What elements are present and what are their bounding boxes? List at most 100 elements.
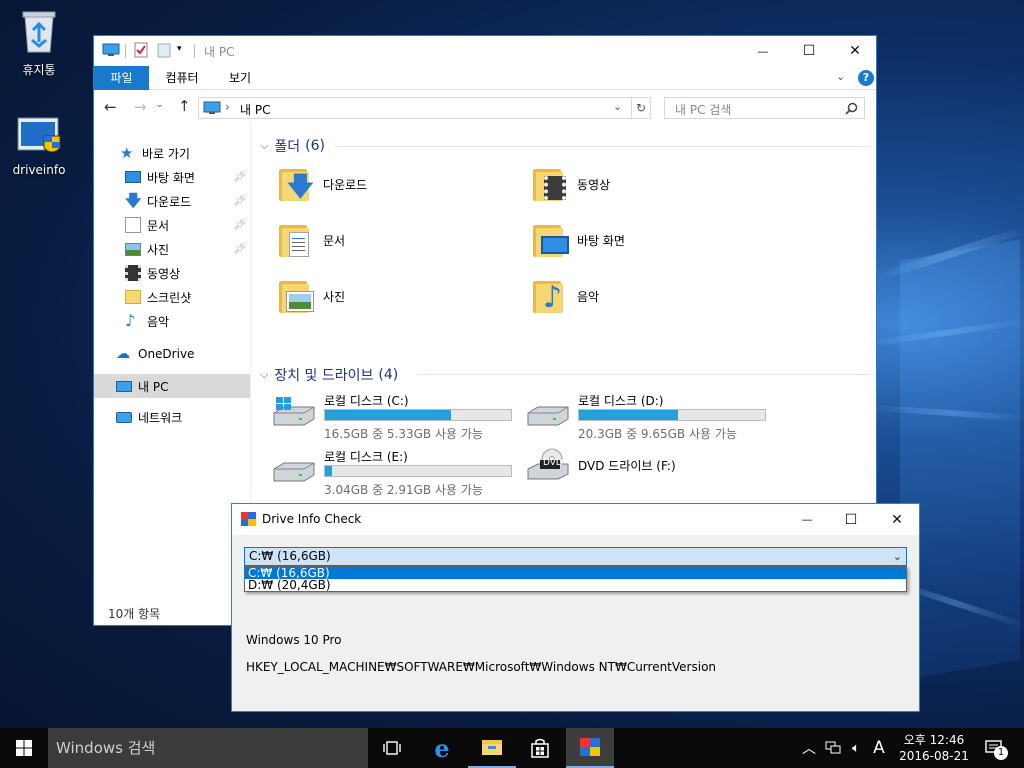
- clock-time: 오후 12:46: [903, 733, 965, 747]
- minimize-button[interactable]: —: [740, 36, 786, 66]
- folder-downloads[interactable]: 🡇 다운로드: [277, 164, 367, 204]
- tab-view[interactable]: 보기: [218, 66, 262, 90]
- close-button[interactable]: ✕: [874, 504, 920, 535]
- sidebar-item-documents[interactable]: 문서 📌︎: [94, 214, 250, 236]
- section-divider: [417, 374, 869, 375]
- quick-access-dropdown-icon[interactable]: ▾: [177, 44, 182, 54]
- action-center-button[interactable]: 1: [980, 728, 1010, 768]
- taskbar-search-box[interactable]: Windows 검색: [48, 728, 368, 768]
- sidebar-item-label: 동영상: [147, 266, 181, 281]
- toolbar-separator: [194, 44, 195, 58]
- volume-tray-icon[interactable]: 🔈︎: [845, 728, 867, 768]
- chevron-down-icon: ⌵: [260, 139, 269, 152]
- store-taskbar-button[interactable]: [516, 728, 564, 768]
- sidebar-item-downloads[interactable]: 🡇 다운로드 📌︎: [94, 190, 250, 212]
- network-tray-icon[interactable]: [822, 728, 844, 768]
- breadcrumb[interactable]: 내 PC: [240, 101, 270, 118]
- folders-section-header[interactable]: ⌵ 폴더 (6): [260, 136, 325, 156]
- sidebar-item-label: 바로 가기: [142, 146, 190, 161]
- file-explorer-icon: [482, 740, 502, 755]
- ribbon-expand-icon[interactable]: ⌄: [836, 70, 845, 83]
- new-folder-icon[interactable]: [156, 42, 172, 58]
- dropdown-option-c[interactable]: C:₩ (16,6GB): [245, 567, 906, 579]
- sidebar-item-this-pc[interactable]: 내 PC: [94, 374, 250, 398]
- drive-e[interactable]: 로컬 디스크 (E:) 3.04GB 중 2.91GB 사용 가능: [272, 445, 517, 497]
- up-arrow-icon[interactable]: ↑: [178, 97, 191, 115]
- file-explorer-taskbar-button[interactable]: [468, 728, 516, 768]
- ime-indicator[interactable]: A: [868, 728, 890, 768]
- drives-section-header[interactable]: ⌵ 장치 및 드라이브 (4): [260, 365, 398, 385]
- sidebar-item-onedrive[interactable]: ☁ OneDrive: [94, 343, 250, 365]
- dialog-title: Drive Info Check: [262, 512, 362, 526]
- sidebar-item-desktop[interactable]: 바탕 화면 📌︎: [94, 166, 250, 188]
- address-dropdown-icon[interactable]: ⌄: [613, 100, 622, 113]
- clock-date: 2016-08-21: [899, 749, 969, 763]
- pin-icon[interactable]: 📌︎: [233, 172, 246, 183]
- driveinfo-app-icon: [580, 738, 600, 756]
- task-view-button[interactable]: [368, 728, 416, 768]
- windows-logo-icon: [16, 740, 32, 756]
- folder-label: 문서: [323, 233, 346, 248]
- speaker-muted-icon: 🔈︎: [852, 740, 860, 756]
- pin-icon[interactable]: 📌︎: [233, 220, 246, 231]
- drive-usage-fill: [325, 466, 333, 476]
- window-title: 내 PC: [204, 45, 235, 59]
- address-bar[interactable]: › 내 PC ⌄: [198, 97, 651, 119]
- pictures-folder-icon: [277, 276, 317, 316]
- drive-d[interactable]: 로컬 디스크 (D:) 20.3GB 중 9.65GB 사용 가능: [526, 389, 771, 441]
- dropdown-option-d[interactable]: D:₩ (20,4GB): [245, 579, 906, 591]
- pin-icon[interactable]: 📌︎: [233, 244, 246, 255]
- pin-icon[interactable]: 📌︎: [233, 196, 246, 207]
- edge-icon: e: [434, 733, 450, 763]
- search-field[interactable]: 내 PC 검색: [664, 97, 865, 119]
- breadcrumb-separator: ›: [225, 100, 230, 114]
- desktop-icon-recycle-bin[interactable]: 휴지통: [1, 8, 77, 78]
- edge-taskbar-button[interactable]: e: [418, 728, 466, 768]
- folder-desktop[interactable]: 바탕 화면: [531, 220, 625, 260]
- driveinfo-app-icon: [17, 117, 61, 153]
- sidebar-item-label: 내 PC: [138, 379, 169, 394]
- drive-select-combobox[interactable]: C:₩ (16,6GB) ⌄: [244, 547, 907, 566]
- sidebar-item-quick-access[interactable]: ★ 바로 가기: [94, 142, 250, 164]
- refresh-button[interactable]: ↻: [631, 97, 651, 119]
- show-hidden-icons-button[interactable]: ︿: [800, 728, 818, 768]
- videos-folder-icon: [531, 164, 571, 204]
- folder-pictures[interactable]: 사진: [277, 276, 345, 316]
- folder-label: 음악: [577, 289, 600, 304]
- dialog-titlebar[interactable]: Drive Info Check — ☐ ✕: [232, 504, 919, 535]
- clock[interactable]: 오후 12:46 2016-08-21: [890, 728, 978, 768]
- tab-computer[interactable]: 컴퓨터: [154, 66, 210, 90]
- close-button[interactable]: ✕: [832, 36, 876, 66]
- recent-locations-icon[interactable]: ⌄: [156, 100, 164, 110]
- sidebar-item-network[interactable]: 네트워크: [94, 406, 250, 428]
- section-count: (4): [378, 367, 399, 383]
- tab-file[interactable]: 파일: [94, 66, 149, 90]
- driveinfo-taskbar-button[interactable]: [566, 728, 614, 768]
- drive-select-dropdown-list: C:₩ (16,6GB) D:₩ (20,4GB): [244, 566, 907, 592]
- drive-f[interactable]: DVD DVD 드라이브 (F:): [526, 445, 771, 495]
- minimize-button[interactable]: —: [784, 504, 830, 535]
- registry-path-label: HKEY_LOCAL_MACHINE₩SOFTWARE₩Microsoft₩Wi…: [246, 660, 717, 674]
- sidebar-item-screenshots[interactable]: 스크린샷: [94, 286, 250, 308]
- maximize-button[interactable]: ☐: [786, 36, 832, 66]
- properties-icon[interactable]: [133, 42, 149, 58]
- drive-free-space: 16.5GB 중 5.33GB 사용 가능: [324, 427, 483, 441]
- section-count: (6): [305, 138, 325, 154]
- folder-music[interactable]: ♪ 음악: [531, 276, 599, 316]
- start-button[interactable]: [0, 728, 48, 768]
- back-arrow-icon[interactable]: ←: [104, 98, 117, 116]
- sidebar-item-pictures[interactable]: 사진 📌︎: [94, 238, 250, 260]
- refresh-icon: ↻: [635, 101, 647, 115]
- folder-documents[interactable]: 문서: [277, 220, 345, 260]
- sidebar-item-music[interactable]: ♪ 음악: [94, 310, 250, 332]
- drive-c[interactable]: 로컬 디스크 (C:) 16.5GB 중 5.33GB 사용 가능: [272, 389, 517, 441]
- explorer-titlebar[interactable]: ▾ 내 PC — ☐ ✕: [94, 36, 876, 66]
- chevron-down-icon: ⌵: [260, 368, 269, 381]
- maximize-button[interactable]: ☐: [828, 504, 874, 535]
- sidebar-item-videos[interactable]: 동영상: [94, 262, 250, 284]
- forward-arrow-icon[interactable]: →: [134, 98, 147, 116]
- help-icon[interactable]: ?: [858, 70, 874, 86]
- folder-videos[interactable]: 동영상: [531, 164, 610, 204]
- desktop-icon-driveinfo[interactable]: driveinfo: [1, 116, 77, 177]
- os-name-label: Windows 10 Pro: [246, 633, 342, 647]
